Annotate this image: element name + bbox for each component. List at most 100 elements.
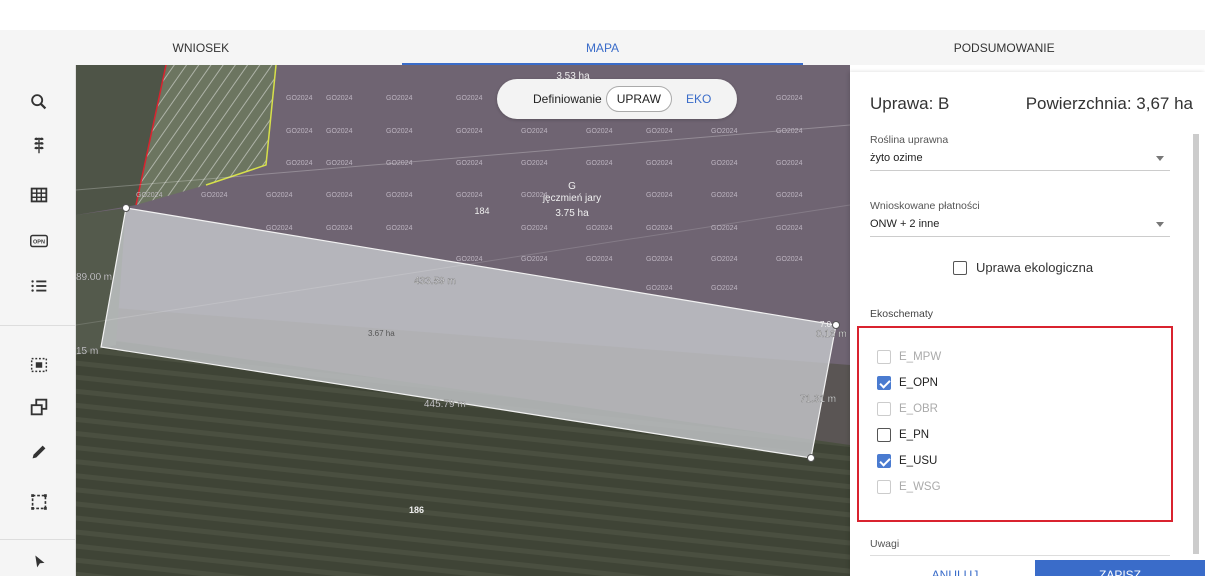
watermark: GO2024 <box>711 128 738 135</box>
toolbar-divider <box>0 325 76 326</box>
dimension-label: 445.79 m <box>424 399 466 410</box>
search-icon[interactable] <box>26 89 52 115</box>
pencil-icon[interactable] <box>26 439 52 465</box>
tab-podsumowanie[interactable]: PODSUMOWANIE <box>803 30 1205 65</box>
plant-icon[interactable] <box>26 132 52 158</box>
watermark: GO2024 <box>711 285 738 292</box>
tab-mapa[interactable]: MAPA <box>401 30 804 65</box>
crop-details-panel: Uprawa: B Powierzchnia: 3,67 ha Roślina … <box>850 72 1205 576</box>
top-tabs: WNIOSEK MAPA PODSUMOWANIE <box>0 30 1205 65</box>
watermark: GO2024 <box>136 192 163 199</box>
watermark: GO2024 <box>711 192 738 199</box>
ekoschemat-label: E_USU <box>899 455 938 467</box>
copy-icon[interactable] <box>26 394 52 420</box>
ekoschemat-label: E_OPN <box>899 377 938 389</box>
opn-icon[interactable]: OPN <box>26 228 52 254</box>
watermark: GO2024 <box>326 225 353 232</box>
watermark: GO2024 <box>386 192 413 199</box>
watermark: GO2024 <box>326 192 353 199</box>
checkbox-checked-icon[interactable] <box>877 376 891 390</box>
watermark: GO2024 <box>776 256 803 263</box>
chevron-down-icon <box>1156 156 1164 161</box>
ekoschemat-e-obr: E_OBR <box>877 402 938 416</box>
cancel-button[interactable]: ANULUJ <box>880 560 1030 576</box>
tab-wniosek[interactable]: WNIOSEK <box>0 30 402 65</box>
mode-label: Definiowanie <box>533 92 602 106</box>
watermark: GO2024 <box>521 128 548 135</box>
watermark: GO2024 <box>646 225 673 232</box>
payments-select-value: ONW + 2 inne <box>870 218 940 230</box>
watermark: GO2024 <box>586 128 613 135</box>
cursor-icon[interactable] <box>26 548 52 574</box>
watermark: GO2024 <box>646 256 673 263</box>
watermark: GO2024 <box>521 225 548 232</box>
watermark: GO2024 <box>711 160 738 167</box>
crop-area: Powierzchnia: 3,67 ha <box>1025 94 1193 113</box>
watermark: GO2024 <box>456 192 483 199</box>
ekoschematy-title: Ekoschematy <box>870 308 934 320</box>
watermark: GO2024 <box>386 160 413 167</box>
watermark: GO2024 <box>456 128 483 135</box>
save-button[interactable]: ZAPISZ <box>1035 560 1205 576</box>
watermark: GO2024 <box>386 95 413 102</box>
ekoschemat-label: E_MPW <box>899 351 942 363</box>
panel-header: Uprawa: B Powierzchnia: 3,67 ha <box>870 94 1193 114</box>
selected-parcel-area: 3.67 ha <box>368 329 395 338</box>
ekoschemat-label: E_PN <box>899 429 930 441</box>
ekoschematy-highlight-box: E_MPW E_OPN E_OBR E_PN E_USU E_WSG <box>857 326 1173 522</box>
ekoschemat-e-mpw: E_MPW <box>877 350 941 364</box>
watermark: GO2024 <box>521 160 548 167</box>
ekoschemat-e-wsg: E_WSG <box>877 480 941 494</box>
map-canvas[interactable]: GO2024 GO2024 GO2024 GO2024 GO2024 GO202… <box>76 65 850 576</box>
ekoschemat-e-usu[interactable]: E_USU <box>877 454 937 468</box>
payments-select-label: Wnioskowane płatności <box>870 200 980 212</box>
dimension-label: 15 m <box>76 346 98 357</box>
checkbox-icon[interactable] <box>877 428 891 442</box>
watermark: GO2024 <box>326 128 353 135</box>
watermark: GO2024 <box>646 160 673 167</box>
mode-upraw-button[interactable]: UPRAW <box>605 86 672 112</box>
toolbar-divider-2 <box>0 539 76 540</box>
crop-select-value: żyto ozime <box>870 152 923 164</box>
grid-icon[interactable] <box>26 182 52 208</box>
watermark: GO2024 <box>456 95 483 102</box>
mode-eko-button[interactable]: EKO <box>686 92 711 106</box>
dimension-label: 89.00 m <box>76 272 112 283</box>
map-toolbar: OPN <box>0 65 76 576</box>
select-area-icon[interactable] <box>26 352 52 378</box>
plot-number: 186 <box>409 505 424 515</box>
checkbox-icon[interactable] <box>953 260 967 275</box>
watermark: GO2024 <box>586 225 613 232</box>
definition-mode-toggle: Definiowanie UPRAW EKO <box>497 79 737 119</box>
chevron-down-icon <box>1156 222 1164 227</box>
watermark: GO2024 <box>521 256 548 263</box>
watermark: GO2024 <box>646 192 673 199</box>
dimension-label: 0.16 m <box>816 329 847 340</box>
watermark: GO2024 <box>776 128 803 135</box>
watermark: GO2024 <box>586 256 613 263</box>
ekoschemat-e-opn[interactable]: E_OPN <box>877 376 938 390</box>
parcel-area: 3.75 ha <box>555 208 589 219</box>
watermark: GO2024 <box>776 160 803 167</box>
ekoschemat-label: E_OBR <box>899 403 938 415</box>
opn-icon-text: OPN <box>33 239 45 245</box>
watermark: GO2024 <box>286 128 313 135</box>
watermark: GO2024 <box>646 285 673 292</box>
dimension-label: 433.59 m <box>414 276 456 287</box>
organic-checkbox[interactable]: Uprawa ekologiczna <box>953 260 1093 275</box>
list-icon[interactable] <box>26 273 52 299</box>
dimension-label: 71.31 m <box>800 394 836 405</box>
payments-select[interactable]: Wnioskowane płatności ONW + 2 inne <box>870 200 1170 237</box>
crop-title: Uprawa: B <box>870 94 950 113</box>
crop-select[interactable]: Roślina uprawna żyto ozime <box>870 134 1170 171</box>
panel-scrollbar[interactable] <box>1193 134 1199 554</box>
watermark: GO2024 <box>711 256 738 263</box>
notes-field[interactable] <box>870 555 1170 556</box>
notes-label: Uwagi <box>870 538 900 550</box>
dashed-rect-icon[interactable] <box>26 489 52 515</box>
watermark: GO2024 <box>326 95 353 102</box>
crop-select-label: Roślina uprawna <box>870 134 949 146</box>
ekoschemat-e-pn[interactable]: E_PN <box>877 428 929 442</box>
checkbox-checked-icon[interactable] <box>877 454 891 468</box>
watermark: GO2024 <box>586 160 613 167</box>
